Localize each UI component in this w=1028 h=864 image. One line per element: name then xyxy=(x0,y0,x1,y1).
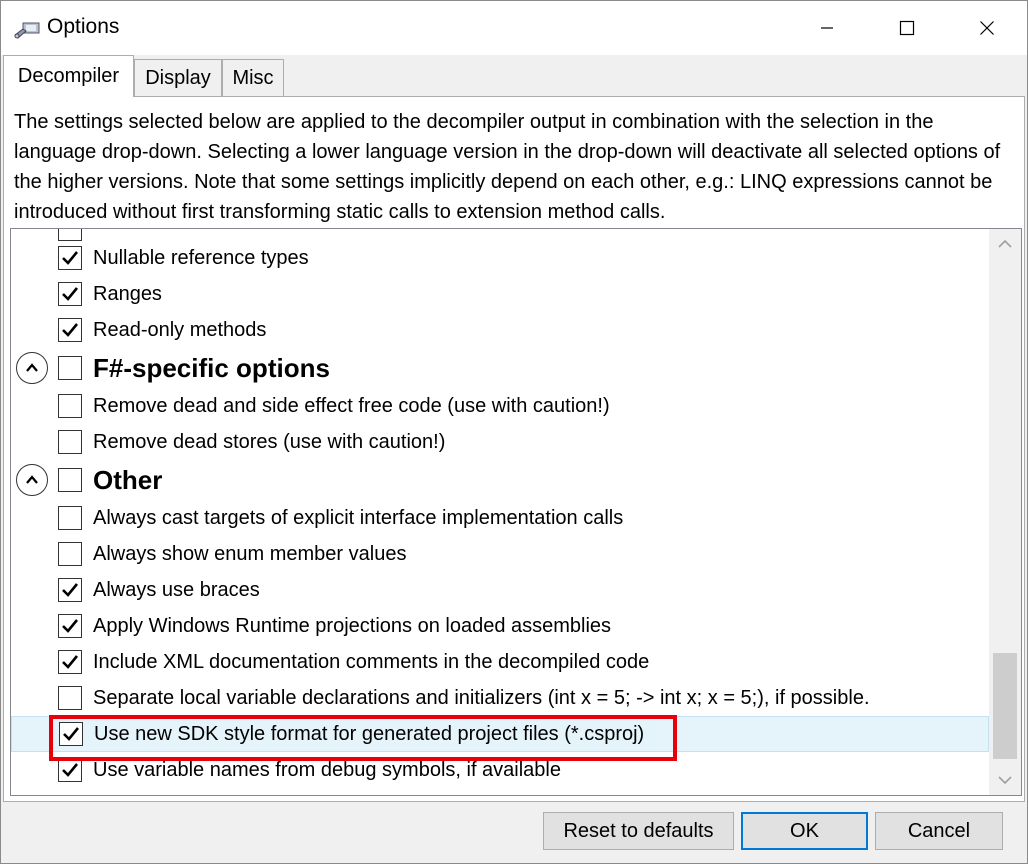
option-label: Always show enum member values xyxy=(93,542,407,565)
option-label: Read-only methods xyxy=(93,318,267,341)
group-header-fsharp[interactable]: F#-specific options xyxy=(11,350,989,386)
checkmark-icon xyxy=(62,619,79,633)
ok-button[interactable]: OK xyxy=(741,812,868,850)
checkbox[interactable] xyxy=(58,506,82,530)
option-label: Nullable reference types xyxy=(93,246,309,269)
list-item[interactable]: Nullable reference types xyxy=(11,240,989,276)
cancel-button[interactable]: Cancel xyxy=(875,812,1003,850)
tab-label: Decompiler xyxy=(17,65,120,87)
checkmark-icon xyxy=(62,287,79,301)
checkbox[interactable] xyxy=(58,686,82,710)
checkbox[interactable] xyxy=(58,318,82,342)
checkbox[interactable] xyxy=(58,282,82,306)
list-item[interactable]: Always show enum member values xyxy=(11,536,989,572)
chevron-down-icon xyxy=(998,776,1012,785)
tab-label: Display xyxy=(145,67,211,89)
chevron-up-icon xyxy=(26,475,38,484)
option-label: Use variable names from debug symbols, i… xyxy=(93,758,561,781)
checkbox[interactable] xyxy=(58,246,82,270)
options-app-icon xyxy=(13,19,41,39)
chevron-up-icon xyxy=(26,363,38,372)
title-bar: Options xyxy=(1,1,1027,55)
option-label: Apply Windows Runtime projections on loa… xyxy=(93,614,612,637)
checkmark-icon xyxy=(62,583,79,597)
tab-misc[interactable]: Misc xyxy=(222,59,284,97)
option-label: Include XML documentation comments in th… xyxy=(93,650,650,673)
annotation-highlight xyxy=(49,715,677,761)
collapse-button[interactable] xyxy=(16,352,48,384)
list-item[interactable]: Remove dead stores (use with caution!) xyxy=(11,424,989,460)
checkbox[interactable] xyxy=(58,758,82,782)
minimize-icon xyxy=(821,27,833,29)
group-checkbox[interactable] xyxy=(58,468,82,492)
scrollbar-thumb[interactable] xyxy=(993,653,1017,759)
list-item[interactable]: Read-only methods xyxy=(11,312,989,348)
list-item[interactable]: Include XML documentation comments in th… xyxy=(11,644,989,680)
group-title: F#-specific options xyxy=(93,352,330,383)
close-button[interactable] xyxy=(947,1,1027,55)
group-header-other[interactable]: Other xyxy=(11,462,989,498)
checkbox[interactable] xyxy=(58,430,82,454)
scroll-up-button[interactable] xyxy=(989,229,1021,259)
tab-label: Misc xyxy=(232,67,274,89)
decompiler-tab-page: The settings selected below are applied … xyxy=(3,96,1025,802)
checkmark-icon xyxy=(62,655,79,669)
option-label: Separate local variable declarations and… xyxy=(93,686,870,709)
option-label: Always use braces xyxy=(93,578,260,601)
checkmark-icon xyxy=(62,763,79,777)
reset-to-defaults-button[interactable]: Reset to defaults xyxy=(543,812,734,850)
group-checkbox[interactable] xyxy=(58,356,82,380)
scroll-down-button[interactable] xyxy=(989,765,1021,795)
tab-decompiler[interactable]: Decompiler xyxy=(3,55,134,97)
maximize-button[interactable] xyxy=(867,1,947,55)
checkmark-icon xyxy=(62,323,79,337)
checkbox[interactable] xyxy=(58,578,82,602)
option-label: Remove dead and side effect free code (u… xyxy=(93,394,610,417)
maximize-icon xyxy=(899,20,915,36)
tab-display[interactable]: Display xyxy=(134,59,222,97)
chevron-up-icon xyxy=(998,239,1012,248)
options-dialog: Options Decompiler Display Misc The sett… xyxy=(0,0,1028,864)
list-item[interactable]: Separate local variable declarations and… xyxy=(11,680,989,716)
list-item[interactable]: Always use braces xyxy=(11,572,989,608)
list-item[interactable]: Always cast targets of explicit interfac… xyxy=(11,500,989,536)
minimize-button[interactable] xyxy=(787,1,867,55)
checkmark-icon xyxy=(62,251,79,265)
vertical-scrollbar[interactable] xyxy=(989,229,1021,795)
list-item[interactable]: Remove dead and side effect free code (u… xyxy=(11,388,989,424)
checkbox[interactable] xyxy=(58,650,82,674)
list-item[interactable]: Ranges xyxy=(11,276,989,312)
options-list[interactable]: Nullable reference types Ranges Read-onl… xyxy=(10,228,1022,796)
option-label: Ranges xyxy=(93,282,162,305)
settings-description: The settings selected below are applied … xyxy=(14,111,1001,223)
checkbox[interactable] xyxy=(58,542,82,566)
option-label: Always cast targets of explicit interfac… xyxy=(93,506,624,529)
checkbox[interactable] xyxy=(58,394,82,418)
window-title: Options xyxy=(47,15,120,38)
collapse-button[interactable] xyxy=(16,464,48,496)
checkbox[interactable] xyxy=(58,614,82,638)
option-label: Remove dead stores (use with caution!) xyxy=(93,430,446,453)
close-icon xyxy=(980,21,994,35)
group-title: Other xyxy=(93,464,163,495)
list-item[interactable]: Apply Windows Runtime projections on loa… xyxy=(11,608,989,644)
